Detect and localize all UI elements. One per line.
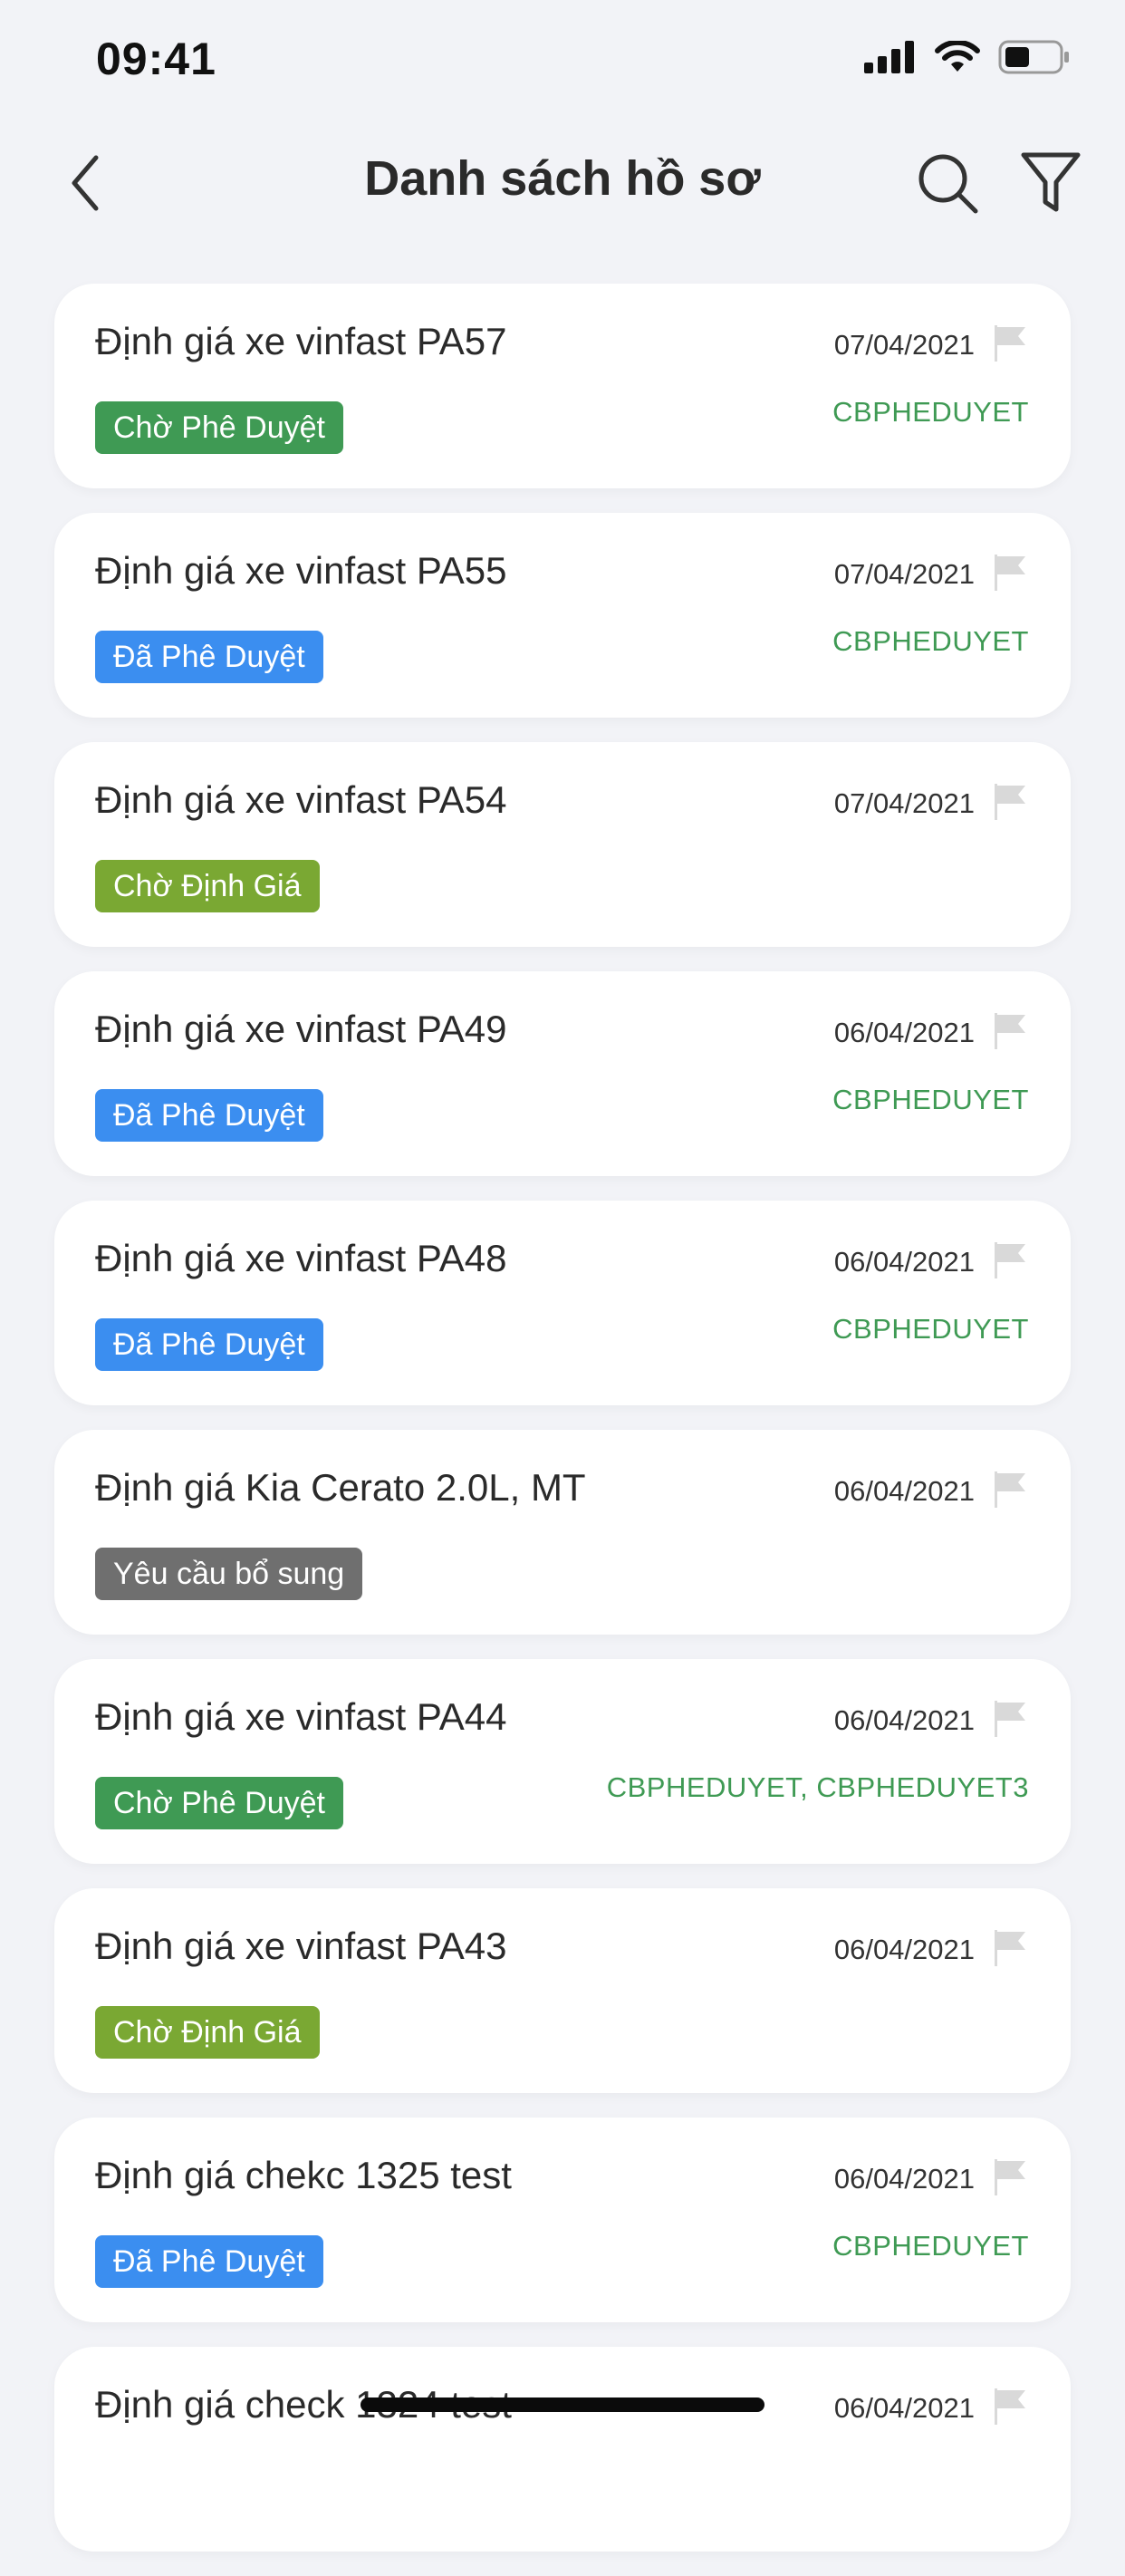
record-card[interactable]: Định giá xe vinfast PA44 06/04/2021 Chờ Ph… (54, 1659, 1071, 1864)
record-title: Định giá xe vinfast PA54 (95, 778, 507, 821)
record-card[interactable]: Định giá xe vinfast PA48 06/04/2021 Đã Phê… (54, 1201, 1071, 1405)
record-date: 06/04/2021 (833, 2392, 975, 2424)
battery-icon (998, 40, 1069, 74)
record-card[interactable]: Định giá xe vinfast PA54 07/04/2021 Chờ Đị… (54, 742, 1071, 947)
record-assignee: CBPHEDUYET (832, 1084, 1029, 1115)
flag-icon[interactable] (989, 2387, 1029, 2426)
record-date: 06/04/2021 (833, 1246, 975, 1278)
home-indicator (361, 2398, 764, 2412)
status-badge: Đã Phê Duyệt (95, 1089, 323, 1142)
search-icon (918, 154, 978, 214)
record-date: 06/04/2021 (833, 1475, 975, 1507)
record-date: 06/04/2021 (833, 1934, 975, 1965)
record-title: Định giá xe vinfast PA55 (95, 549, 507, 592)
record-date: 07/04/2021 (833, 558, 975, 590)
record-date: 07/04/2021 (833, 787, 975, 819)
status-time: 09:41 (96, 34, 216, 84)
flag-icon[interactable] (989, 1470, 1029, 1510)
record-card[interactable]: Định giá xe vinfast PA55 07/04/2021 Đã Phê… (54, 513, 1071, 718)
record-date: 07/04/2021 (833, 329, 975, 361)
record-assignee: CBPHEDUYET (832, 396, 1029, 428)
search-button[interactable] (909, 145, 986, 221)
record-title: Định giá xe vinfast PA43 (95, 1925, 507, 1967)
flag-icon[interactable] (989, 1699, 1029, 1739)
record-card[interactable]: Định giá xe vinfast PA49 06/04/2021 Đã Phê… (54, 971, 1071, 1176)
record-assignee: CBPHEDUYET (832, 2230, 1029, 2262)
record-card[interactable]: Định giá check 1324 test 06/04/2021 (54, 2347, 1071, 2552)
record-title: Định giá Kia Cerato 2.0L, MT (95, 1466, 586, 1509)
flag-icon[interactable] (989, 2157, 1029, 2197)
status-bar: 09:41 (0, 0, 1125, 118)
record-card[interactable]: Định giá Kia Cerato 2.0L, MT 06/04/2021 Yê… (54, 1430, 1071, 1635)
record-title: Định giá xe vinfast PA57 (95, 320, 507, 362)
record-card[interactable]: Định giá xe vinfast PA57 07/04/2021 Chờ Ph… (54, 284, 1071, 488)
flag-icon[interactable] (989, 1011, 1029, 1051)
record-assignee: CBPHEDUYET, CBPHEDUYET3 (606, 1771, 1029, 1803)
cellular-signal-icon (864, 41, 914, 73)
wifi-icon (935, 41, 980, 72)
status-badge: Yêu cầu bổ sung (95, 1548, 363, 1600)
record-date: 06/04/2021 (833, 2163, 975, 2195)
record-title: Định giá xe vinfast PA48 (95, 1237, 507, 1279)
record-date: 06/04/2021 (833, 1017, 975, 1048)
flag-icon[interactable] (989, 782, 1029, 822)
status-badge: Đã Phê Duyệt (95, 2235, 323, 2288)
status-badge: Đã Phê Duyệt (95, 1318, 323, 1371)
status-badge: Đã Phê Duyệt (95, 631, 323, 683)
record-card[interactable]: Định giá chekc 1325 test 06/04/2021 Đã Phê… (54, 2118, 1071, 2322)
record-date: 06/04/2021 (833, 1704, 975, 1736)
records-list: Định giá xe vinfast PA57 07/04/2021 Chờ Ph… (54, 284, 1071, 2576)
status-badge: Chờ Phê Duyệt (95, 401, 343, 454)
status-icons (864, 40, 1071, 74)
record-title: Định giá chekc 1325 test (95, 2154, 512, 2196)
flag-icon[interactable] (989, 1928, 1029, 1968)
filter-icon (1021, 152, 1081, 212)
status-badge: Chờ Định Giá (95, 2006, 320, 2059)
flag-icon[interactable] (989, 1240, 1029, 1280)
filter-button[interactable] (1013, 145, 1089, 221)
flag-icon[interactable] (989, 323, 1029, 363)
flag-icon[interactable] (989, 553, 1029, 593)
status-badge: Chờ Phê Duyệt (95, 1777, 343, 1829)
record-assignee: CBPHEDUYET (832, 1313, 1029, 1345)
record-card[interactable]: Định giá xe vinfast PA43 06/04/2021 Chờ Đị… (54, 1888, 1071, 2093)
status-badge: Chờ Định Giá (95, 860, 320, 912)
record-assignee: CBPHEDUYET (832, 625, 1029, 657)
nav-bar: Danh sách hồ sơ (0, 127, 1125, 236)
record-title: Định giá xe vinfast PA49 (95, 1008, 507, 1050)
record-title: Định giá xe vinfast PA44 (95, 1695, 507, 1738)
